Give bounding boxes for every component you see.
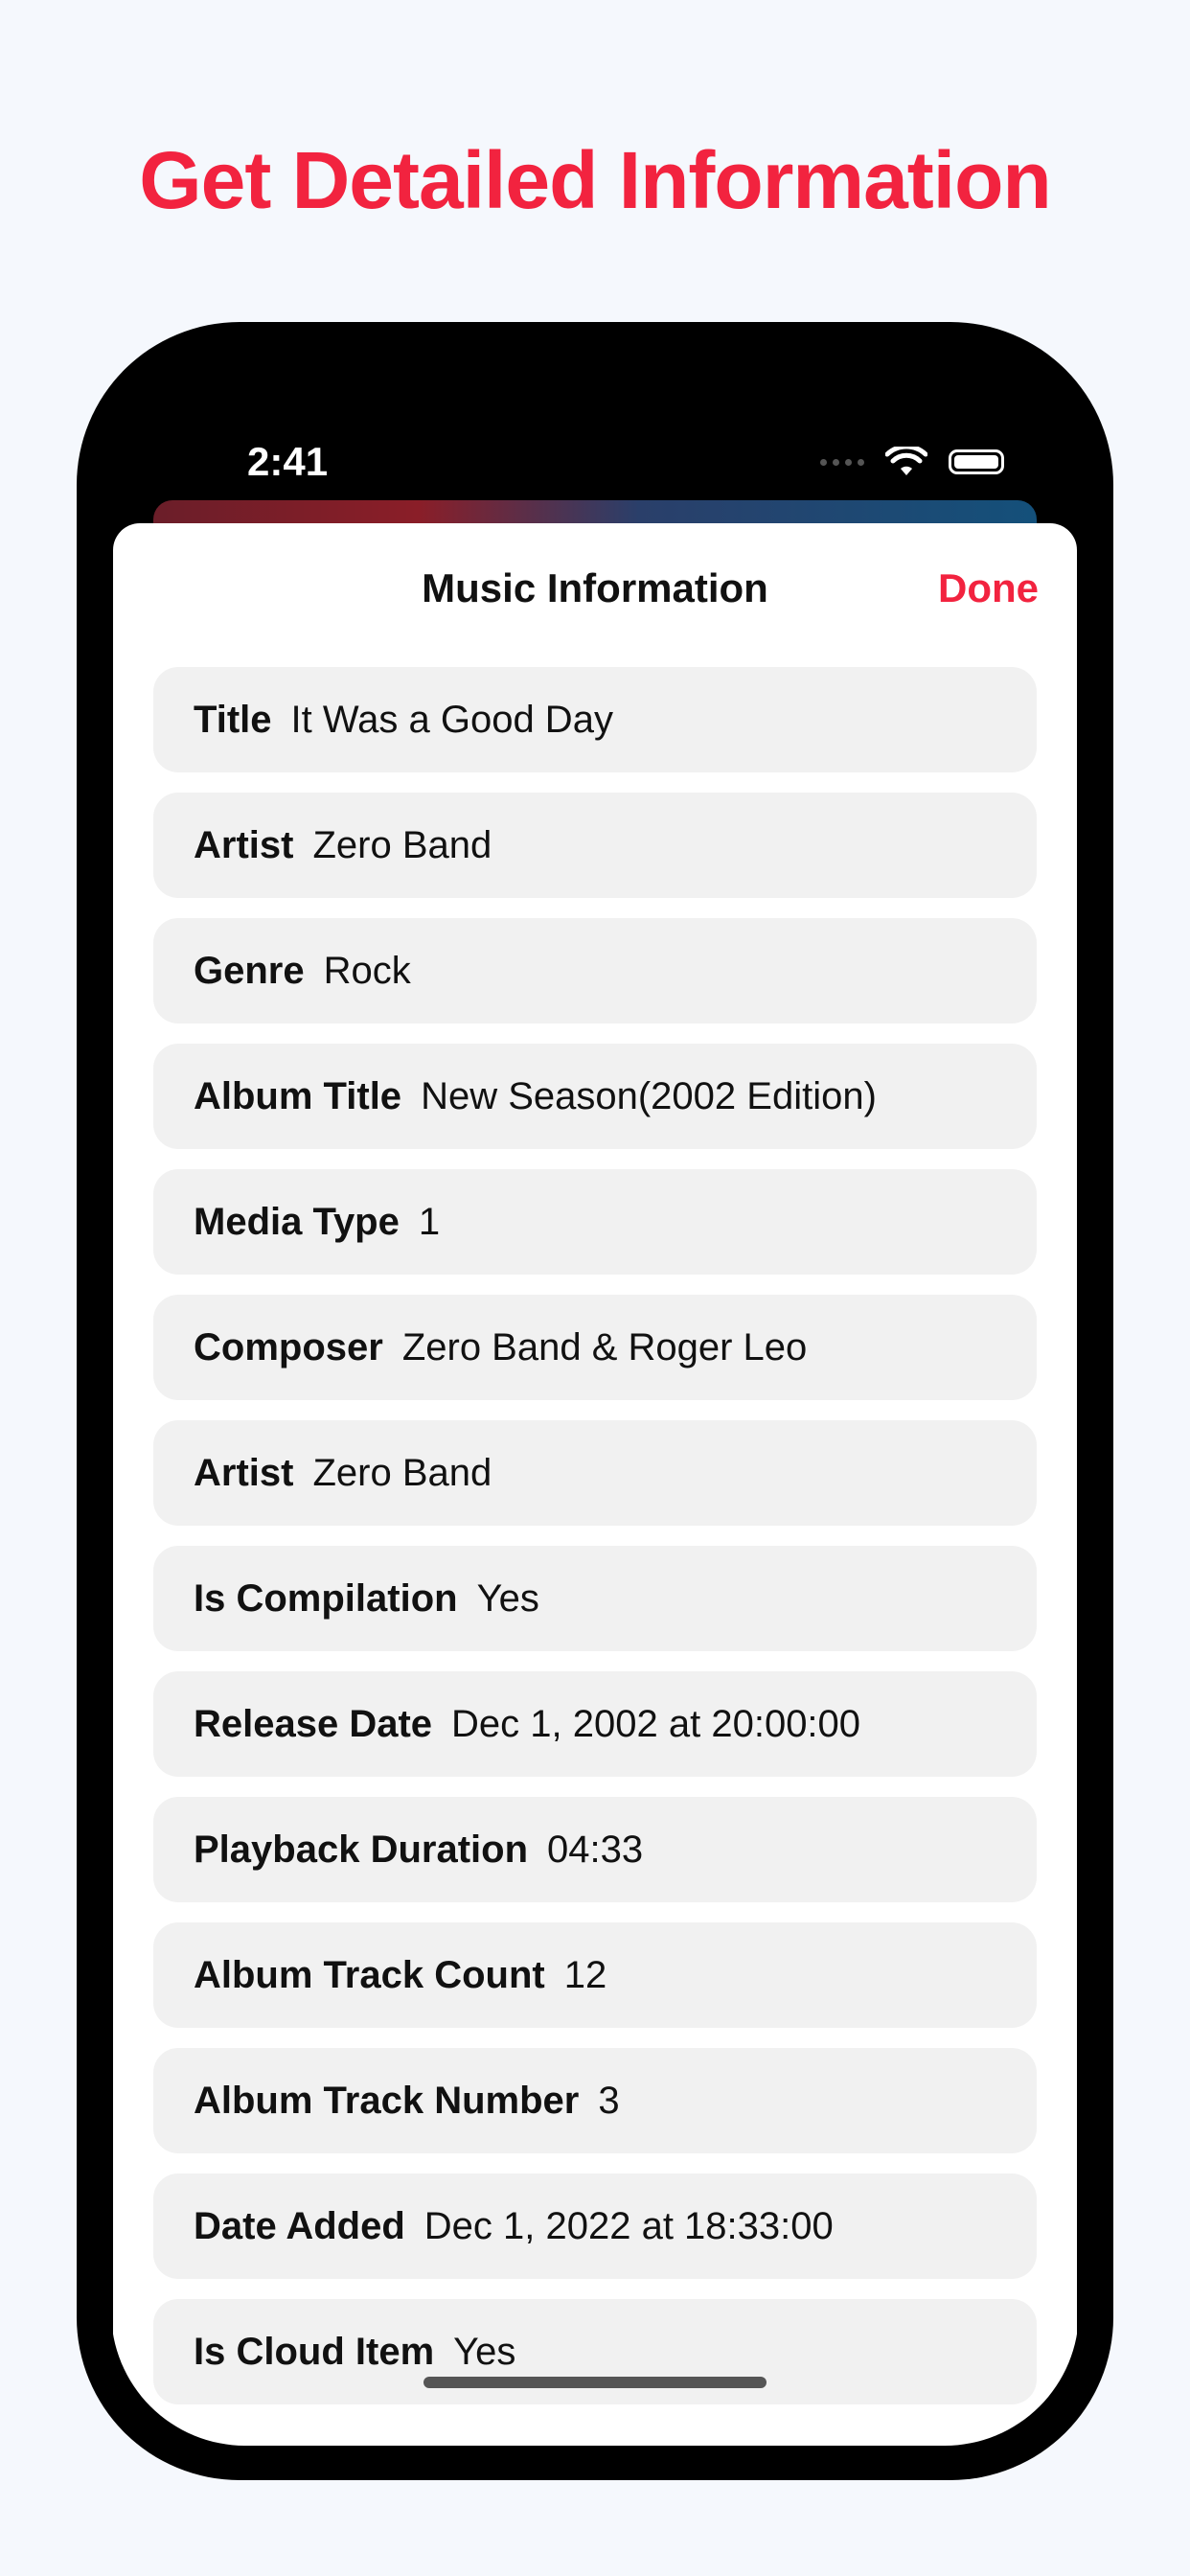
info-row-genre: Genre Rock bbox=[153, 918, 1037, 1024]
row-label: Release Date bbox=[194, 1702, 433, 1745]
row-label: Title bbox=[194, 698, 272, 741]
row-label: Is Compilation bbox=[194, 1576, 458, 1620]
info-row-artist-2: Artist Zero Band bbox=[153, 1420, 1037, 1526]
row-label: Album Track Number bbox=[194, 2079, 580, 2122]
info-row-date-added: Date Added Dec 1, 2022 at 18:33:00 bbox=[153, 2174, 1037, 2279]
row-value: Rock bbox=[323, 949, 411, 992]
row-value: Dec 1, 2002 at 20:00:00 bbox=[451, 1702, 861, 1745]
row-label: Date Added bbox=[194, 2204, 405, 2247]
status-time: 2:41 bbox=[247, 439, 329, 484]
info-row-playback-duration: Playback Duration 04:33 bbox=[153, 1797, 1037, 1902]
signal-icon bbox=[820, 458, 864, 466]
row-label: Playback Duration bbox=[194, 1828, 529, 1871]
row-value: Yes bbox=[453, 2330, 516, 2373]
phone-screen: 2:41 Music Information Done Title It Was… bbox=[111, 356, 1079, 2446]
info-row-composer: Composer Zero Band & Roger Leo bbox=[153, 1295, 1037, 1400]
info-list: Title It Was a Good Day Artist Zero Band… bbox=[153, 667, 1037, 2425]
row-value: Zero Band bbox=[312, 823, 492, 866]
home-indicator[interactable] bbox=[423, 2377, 767, 2388]
info-row-release-date: Release Date Dec 1, 2002 at 20:00:00 bbox=[153, 1671, 1037, 1777]
row-label: Artist bbox=[194, 1451, 294, 1494]
row-label: Genre bbox=[194, 949, 305, 992]
info-row-album-title: Album Title New Season(2002 Edition) bbox=[153, 1044, 1037, 1149]
info-row-album-track-number: Album Track Number 3 bbox=[153, 2048, 1037, 2153]
info-row-title: Title It Was a Good Day bbox=[153, 667, 1037, 772]
status-bar: 2:41 bbox=[111, 356, 1079, 491]
row-label: Album Track Count bbox=[194, 1953, 545, 1996]
info-row-artist: Artist Zero Band bbox=[153, 793, 1037, 898]
info-row-is-compilation: Is Compilation Yes bbox=[153, 1546, 1037, 1651]
row-value: 3 bbox=[598, 2079, 620, 2122]
row-value: 04:33 bbox=[547, 1828, 644, 1871]
done-button[interactable]: Done bbox=[938, 565, 1039, 611]
sheet-header: Music Information Done bbox=[113, 523, 1077, 657]
row-label: Album Title bbox=[194, 1074, 402, 1117]
row-label: Composer bbox=[194, 1325, 383, 1368]
info-row-media-type: Media Type 1 bbox=[153, 1169, 1037, 1275]
row-label: Media Type bbox=[194, 1200, 400, 1243]
row-value: 1 bbox=[418, 1200, 441, 1243]
row-value: Dec 1, 2022 at 18:33:00 bbox=[423, 2204, 834, 2247]
status-icons bbox=[820, 447, 1004, 477]
row-value: Zero Band bbox=[312, 1451, 492, 1494]
info-row-album-track-count: Album Track Count 12 bbox=[153, 1922, 1037, 2028]
row-label: Artist bbox=[194, 823, 294, 866]
row-value: Zero Band & Roger Leo bbox=[401, 1325, 808, 1368]
battery-icon bbox=[949, 449, 1004, 474]
headline: Get Detailed Information bbox=[139, 135, 1051, 225]
row-value: 12 bbox=[563, 1953, 607, 1996]
row-value: It Was a Good Day bbox=[290, 698, 613, 741]
info-row-is-cloud-item: Is Cloud Item Yes bbox=[153, 2299, 1037, 2404]
sheet-title: Music Information bbox=[422, 565, 768, 610]
music-info-sheet: Music Information Done Title It Was a Go… bbox=[113, 523, 1077, 2446]
wifi-icon bbox=[885, 447, 927, 475]
row-label: Is Cloud Item bbox=[194, 2330, 435, 2373]
row-value: New Season(2002 Edition) bbox=[421, 1074, 877, 1117]
row-value: Yes bbox=[476, 1576, 539, 1620]
phone-frame: 2:41 Music Information Done Title It Was… bbox=[77, 322, 1113, 2480]
